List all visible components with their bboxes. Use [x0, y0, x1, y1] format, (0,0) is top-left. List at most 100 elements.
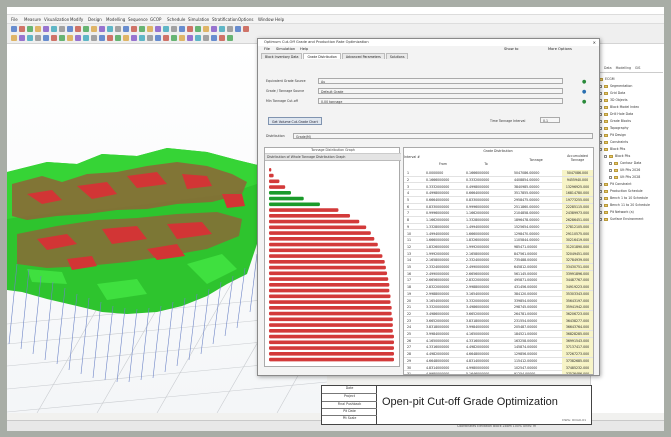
toolbar-tool-icon[interactable] — [123, 35, 129, 41]
toolbar-tool-icon[interactable] — [203, 26, 209, 32]
toolbar-tool-icon[interactable] — [59, 35, 65, 41]
expand-icon[interactable] — [609, 168, 612, 172]
toolbar-tool-icon[interactable] — [107, 35, 113, 41]
menu-visualization[interactable]: Visualization — [44, 17, 69, 22]
menu-simulation[interactable]: Simulation — [188, 17, 209, 22]
dialog-menu-simulation[interactable]: Simulation — [276, 47, 295, 51]
tree-item[interactable]: Contour Data — [609, 160, 641, 166]
tree-item[interactable]: Bench 1 to 10 Schedule — [599, 195, 648, 201]
toolbar-tool-icon[interactable] — [99, 26, 105, 32]
show-to-label[interactable]: Show to — [504, 47, 518, 51]
toolbar-tool-icon[interactable] — [75, 26, 81, 32]
toolbar-tool-icon[interactable] — [227, 35, 233, 41]
grade-tonnage-select[interactable]: Default Grade — [318, 88, 563, 94]
toolbar-tool-icon[interactable] — [171, 26, 177, 32]
toolbar-tool-icon[interactable] — [99, 35, 105, 41]
tab-block-inventory[interactable]: Block Inventory Data — [261, 53, 303, 59]
expand-icon[interactable] — [604, 154, 607, 158]
toolbar-tool-icon[interactable] — [187, 26, 193, 32]
menu-modelling[interactable]: Modelling — [106, 17, 125, 22]
toolbar-tool-icon[interactable] — [211, 35, 217, 41]
tree-item[interactable]: Drill Hole Data — [599, 111, 633, 117]
toolbar-tool-icon[interactable] — [19, 26, 25, 32]
tab-solutions[interactable]: Solutions — [385, 53, 409, 59]
tab-data[interactable]: Data — [604, 66, 612, 72]
tree-item[interactable]: Surface Environment — [599, 216, 644, 222]
tree-item[interactable]: Pit Constraint — [599, 181, 632, 187]
toolbar-tool-icon[interactable] — [91, 35, 97, 41]
distribution-select[interactable]: Grade(M) — [293, 133, 593, 139]
toolbar-tool-icon[interactable] — [115, 35, 121, 41]
toolbar-tool-icon[interactable] — [139, 26, 145, 32]
toolbar-tool-icon[interactable] — [235, 26, 241, 32]
toolbar-tool-icon[interactable] — [219, 35, 225, 41]
tree-item[interactable]: Pit Network (a) — [599, 209, 634, 215]
menu-modify[interactable]: Modify — [70, 17, 83, 22]
table-row[interactable]: 31 4.9980000000 5.1646000000 91254.00000 375… — [404, 371, 593, 374]
tree-item[interactable]: Ult Pits 2026 — [609, 167, 640, 173]
tree-item[interactable]: Grade Blocks — [599, 118, 631, 124]
toolbar-tool-icon[interactable] — [43, 26, 49, 32]
menu-file[interactable]: File — [11, 17, 18, 22]
toolbar-tool-icon[interactable] — [83, 35, 89, 41]
toolbar-tool-icon[interactable] — [219, 26, 225, 32]
tree-item[interactable]: Block Pits — [604, 153, 630, 159]
dialog-menu-file[interactable]: File — [264, 47, 270, 51]
toolbar-tool-icon[interactable] — [51, 26, 57, 32]
toolbar-tool-icon[interactable] — [75, 35, 81, 41]
toolbar-tool-icon[interactable] — [195, 26, 201, 32]
tree-item[interactable]: Grid Data — [599, 90, 625, 96]
toolbar-tool-icon[interactable] — [43, 35, 49, 41]
toolbar-tool-icon[interactable] — [171, 35, 177, 41]
expand-icon[interactable] — [609, 161, 612, 165]
tree-item[interactable]: Bench 11 to 20 Schedule — [599, 202, 650, 208]
toolbar-tool-icon[interactable] — [115, 26, 121, 32]
menu-sequence[interactable]: Sequence — [128, 17, 148, 22]
toolbar-tool-icon[interactable] — [123, 26, 129, 32]
tree-item[interactable]: Production Schedule — [599, 188, 643, 194]
toolbar-tool-icon[interactable] — [155, 26, 161, 32]
expand-icon[interactable] — [609, 175, 612, 179]
tree-item[interactable]: Constraints — [599, 139, 628, 145]
toolbar-tool-icon[interactable] — [35, 35, 41, 41]
equivalent-grade-select[interactable]: Au — [318, 78, 563, 84]
toolbar-tool-icon[interactable] — [35, 26, 41, 32]
menu-window[interactable]: Window — [258, 17, 274, 22]
tree-item[interactable]: Segmentation — [599, 83, 632, 89]
menu-schedule[interactable]: Schedule — [167, 17, 185, 22]
tab-grade-distribution[interactable]: Grade Distribution — [303, 53, 341, 59]
toolbar-tool-icon[interactable] — [83, 26, 89, 32]
refresh-source-icon[interactable]: ● — [582, 99, 586, 105]
toolbar-tool-icon[interactable] — [179, 26, 185, 32]
toolbar-tool-icon[interactable] — [67, 35, 73, 41]
tree-item[interactable]: Topography — [599, 125, 629, 131]
toolbar-tool-icon[interactable] — [131, 26, 137, 32]
toolbar-tool-icon[interactable] — [147, 35, 153, 41]
close-icon[interactable]: ✕ — [593, 40, 596, 45]
menu-gcop[interactable]: GCOP — [150, 17, 161, 22]
time-interval-input[interactable]: 0.1 — [540, 117, 560, 123]
menu-options[interactable]: Options — [238, 17, 253, 22]
toolbar-tool-icon[interactable] — [11, 26, 17, 32]
compute-chart-button[interactable]: Get Volume Cut-Grade Chart — [268, 117, 322, 125]
tab-gis[interactable]: GIS — [635, 66, 640, 72]
toolbar-tool-icon[interactable] — [155, 35, 161, 41]
tree-item[interactable]: Block Pits — [599, 146, 625, 152]
toolbar-tool-icon[interactable] — [19, 35, 25, 41]
tree-item[interactable]: Pit Design — [599, 132, 626, 138]
toolbar-tool-icon[interactable] — [179, 35, 185, 41]
toolbar-tool-icon[interactable] — [211, 26, 217, 32]
edit-source-icon[interactable]: ● — [582, 89, 586, 95]
min-tonnage-select[interactable]: 0.00 tonnage — [318, 98, 563, 104]
dialog-menu-help[interactable]: Help — [300, 47, 308, 51]
tree-item[interactable]: Block Model Index — [599, 104, 639, 110]
toolbar-tool-icon[interactable] — [187, 35, 193, 41]
menu-design[interactable]: Design — [88, 17, 102, 22]
toolbar-tool-icon[interactable] — [11, 35, 17, 41]
toolbar-tool-icon[interactable] — [131, 35, 137, 41]
toolbar-tool-icon[interactable] — [163, 35, 169, 41]
toolbar-tool-icon[interactable] — [27, 26, 33, 32]
toolbar-tool-icon[interactable] — [139, 35, 145, 41]
toolbar-tool-icon[interactable] — [227, 26, 233, 32]
toolbar-tool-icon[interactable] — [107, 26, 113, 32]
